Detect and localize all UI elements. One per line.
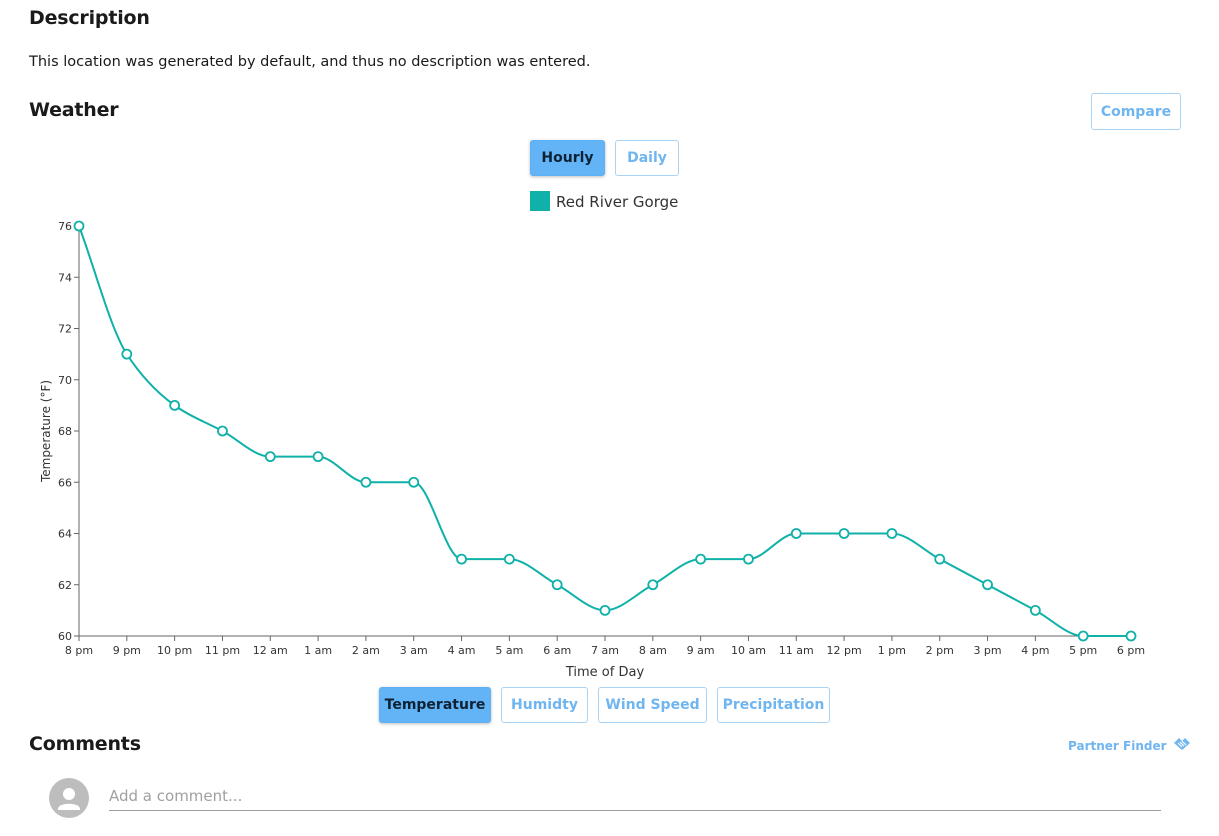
data-point: [599, 604, 611, 616]
tab-humidity[interactable]: Humidty: [501, 687, 588, 723]
x-tick-label: 3 pm: [973, 644, 1001, 657]
compare-button[interactable]: Compare: [1091, 93, 1181, 130]
x-tick-label: 10 pm: [157, 644, 192, 657]
x-tick-label: 12 am: [253, 644, 288, 657]
x-tick-label: 6 am: [543, 644, 571, 657]
x-tick-label: 3 am: [400, 644, 428, 657]
data-point: [217, 425, 228, 437]
y-axis-title: Temperature (°F): [39, 380, 53, 483]
x-tick-label: 4 am: [448, 644, 476, 657]
legend-swatch: [530, 191, 550, 211]
data-point: [647, 579, 659, 591]
data-point: [503, 553, 515, 565]
description-title: Description: [29, 7, 150, 29]
x-tick-label: 6 pm: [1117, 644, 1145, 657]
x-tick-label: 9 pm: [113, 644, 141, 657]
y-tick-label: 60: [58, 630, 72, 643]
x-tick-label: 8 pm: [65, 644, 93, 657]
data-point: [790, 528, 802, 539]
tab-temperature[interactable]: Temperature: [379, 687, 491, 723]
data-point: [73, 220, 85, 232]
tab-precipitation[interactable]: Precipitation: [717, 687, 830, 723]
x-axis-title: Time of Day: [565, 665, 645, 680]
x-tick-label: 1 am: [304, 644, 332, 657]
temperature-chart: 60 62 64 66 68 70 72 74 76 8 pm 9 pm 10 pm 11 pm 12 a…: [39, 220, 1145, 680]
data-point: [1125, 630, 1137, 642]
data-point: [264, 451, 276, 463]
x-tick-label: 9 am: [687, 644, 715, 657]
x-tick-label: 7 am: [591, 644, 619, 657]
data-point: [1077, 630, 1089, 642]
x-tick-label: 11 pm: [205, 644, 240, 657]
data-point: [121, 348, 133, 360]
y-tick-label: 64: [58, 528, 72, 541]
data-point: [551, 579, 563, 591]
x-tick-label: 11 am: [779, 644, 814, 657]
y-tick-label: 72: [58, 323, 72, 336]
x-tick-label: 2 pm: [926, 644, 954, 657]
series-line: [78, 225, 1131, 637]
x-tick-label: 2 am: [352, 644, 380, 657]
weather-title: Weather: [29, 99, 119, 121]
data-point: [838, 528, 850, 539]
description-text: This location was generated by default, …: [29, 54, 591, 70]
partner-finder-link[interactable]: Partner Finder: [1068, 736, 1191, 755]
x-tick-label: 1 pm: [878, 644, 906, 657]
data-point: [169, 399, 181, 411]
data-point: [456, 553, 467, 565]
avatar: [49, 778, 89, 818]
x-tick-label: 4 pm: [1021, 644, 1049, 657]
data-point: [982, 579, 993, 591]
y-tick-label: 74: [58, 271, 72, 284]
data-point: [695, 553, 707, 565]
comment-input[interactable]: [109, 786, 1161, 811]
data-point: [1029, 604, 1041, 616]
comments-title: Comments: [29, 733, 141, 755]
x-tick-label: 5 am: [495, 644, 523, 657]
data-point: [743, 553, 754, 565]
x-tick-label: 12 pm: [826, 644, 861, 657]
data-point: [408, 476, 420, 488]
tab-wind-speed[interactable]: Wind Speed: [598, 687, 707, 723]
data-point: [360, 476, 372, 488]
x-tick-label: 8 am: [639, 644, 667, 657]
y-tick-label: 70: [58, 374, 72, 387]
y-tick-label: 76: [58, 220, 72, 233]
legend-label: Red River Gorge: [556, 193, 679, 211]
partner-finder-label: Partner Finder: [1068, 738, 1167, 753]
data-point: [934, 553, 946, 565]
y-tick-label: 68: [58, 425, 72, 438]
y-tick-label: 62: [58, 579, 72, 592]
handshake-icon: [1173, 736, 1191, 755]
x-tick-label: 5 pm: [1069, 644, 1097, 657]
y-tick-label: 66: [58, 476, 72, 489]
x-tick-label: 10 am: [731, 644, 766, 657]
tab-daily[interactable]: Daily: [615, 140, 679, 176]
data-point: [312, 451, 324, 463]
tab-hourly[interactable]: Hourly: [530, 140, 605, 176]
person-icon: [58, 788, 80, 810]
data-point: [886, 528, 898, 539]
